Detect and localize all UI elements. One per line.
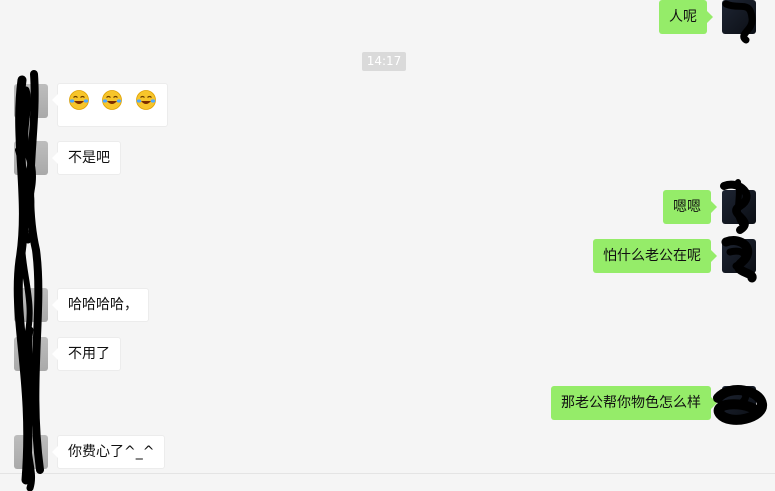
message-text: 人呢	[669, 9, 697, 25]
message-bubble-outgoing[interactable]: 人呢	[659, 0, 713, 34]
chat-window: { "conversation": { "timestamp": "14:17"…	[0, 0, 775, 491]
message-bubble-incoming[interactable]: 你费心了^_^	[51, 435, 166, 469]
message-bubble-incoming-emoji[interactable]	[52, 83, 168, 127]
my-avatar[interactable]	[722, 239, 756, 273]
my-avatar[interactable]	[722, 190, 756, 224]
message-bubble-outgoing[interactable]: 那老公帮你物色怎么样	[551, 386, 717, 420]
contact-avatar[interactable]	[14, 141, 48, 175]
message-input-area[interactable]	[0, 474, 775, 491]
face-with-tears-of-joy-icon	[69, 90, 89, 110]
contact-avatar[interactable]	[14, 84, 48, 118]
message-bubble-incoming[interactable]: 不用了	[52, 337, 121, 371]
message-bubble-incoming[interactable]: 哈哈哈哈，	[52, 288, 149, 322]
message-text: 不是吧	[68, 150, 110, 166]
message-timestamp: 14:17	[362, 52, 406, 71]
message-bubble-incoming[interactable]: 不是吧	[52, 141, 121, 175]
contact-avatar[interactable]	[14, 337, 48, 371]
contact-avatar[interactable]	[14, 435, 48, 469]
message-bubble-outgoing[interactable]: 嗯嗯	[663, 190, 717, 224]
contact-avatar[interactable]	[14, 288, 48, 322]
face-with-tears-of-joy-icon	[102, 90, 123, 110]
message-text: 怕什么老公在呢	[603, 248, 701, 264]
message-text: 哈哈哈哈，	[68, 297, 138, 313]
message-text: 那老公帮你物色怎么样	[561, 395, 701, 411]
my-avatar[interactable]	[722, 0, 756, 34]
my-avatar[interactable]	[722, 386, 756, 420]
message-bubble-outgoing[interactable]: 怕什么老公在呢	[593, 239, 717, 273]
message-text: 你费心了^_^	[68, 444, 155, 460]
message-text: 不用了	[68, 346, 110, 362]
message-text: 嗯嗯	[673, 199, 701, 215]
face-with-tears-of-joy-icon	[136, 90, 156, 110]
